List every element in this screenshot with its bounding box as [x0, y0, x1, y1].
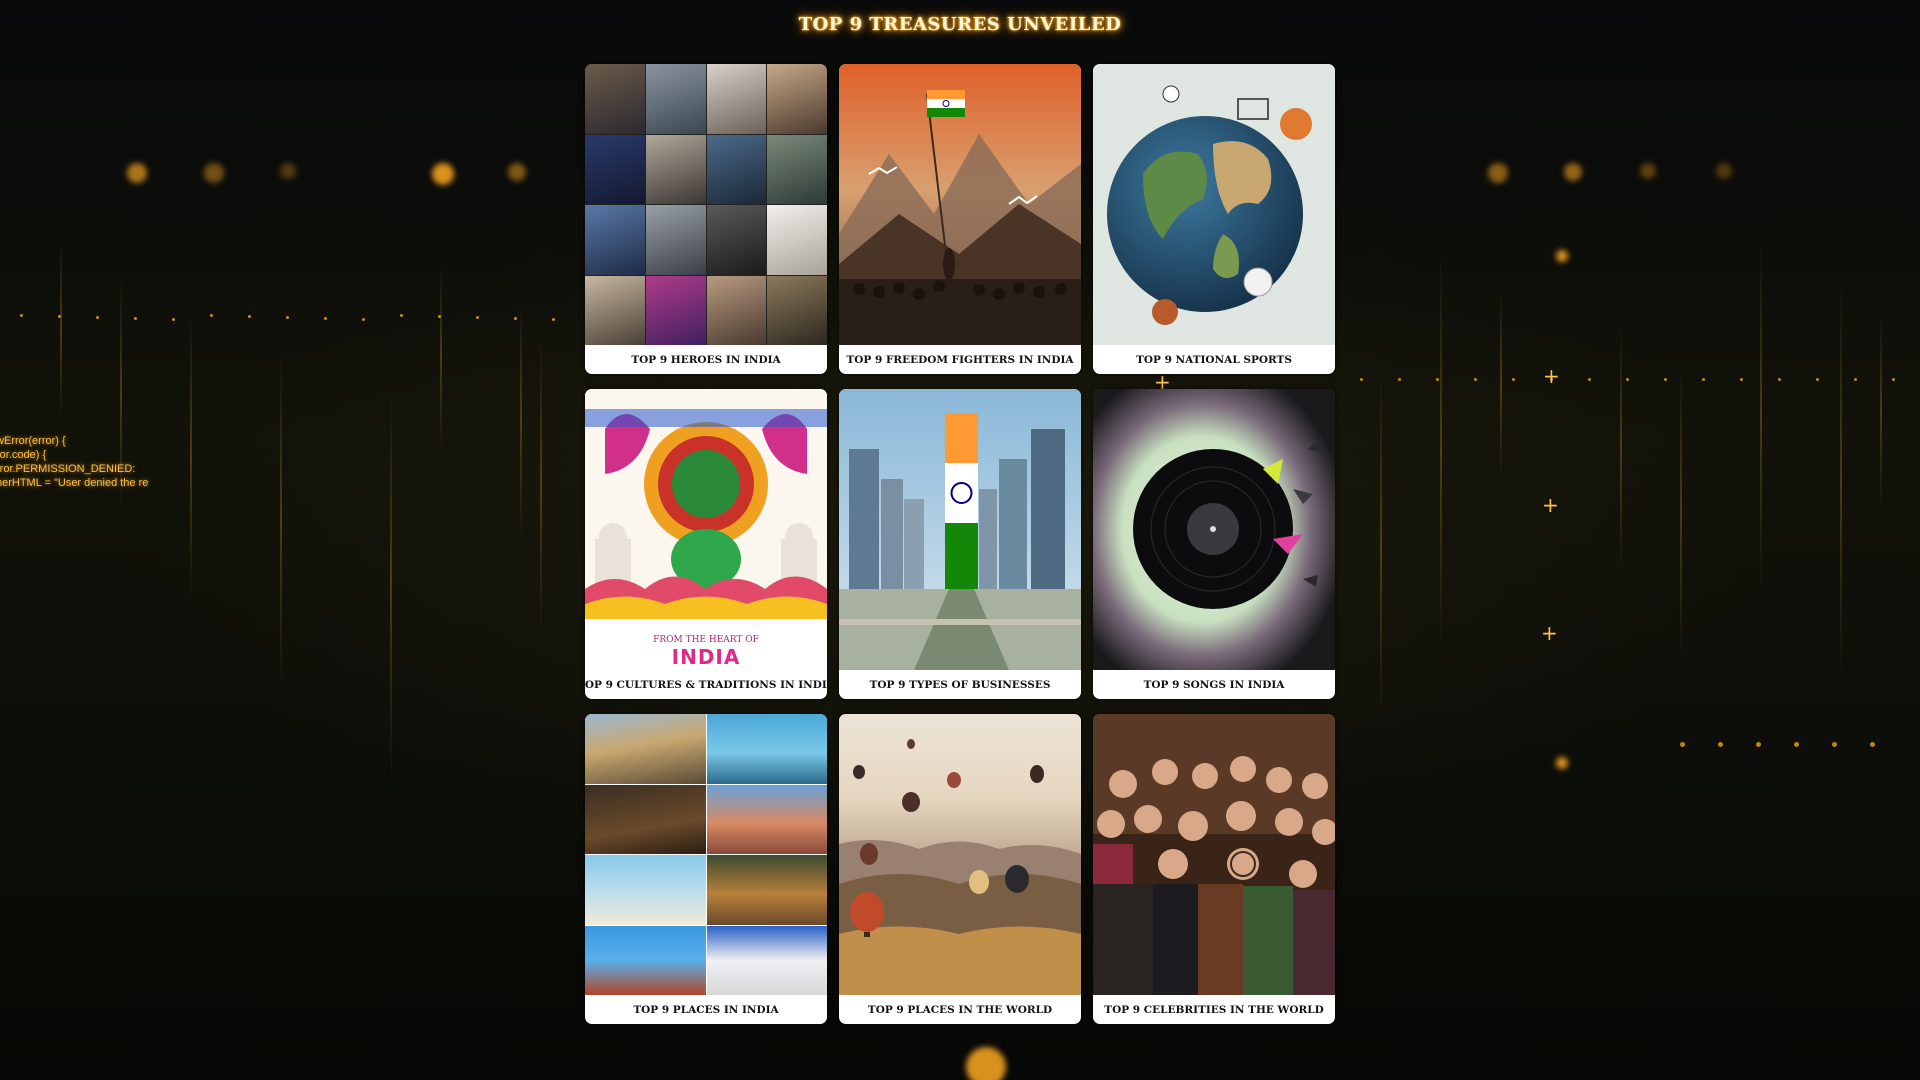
light-streak [440, 265, 442, 450]
bokeh-dot [508, 163, 526, 181]
sparkle-dot [1778, 378, 1781, 381]
sparkle-dot [1832, 742, 1837, 747]
sparkle-plus-icon: + [1543, 364, 1560, 388]
card-image-group-photo [1093, 714, 1335, 995]
bokeh-dot [1556, 250, 1568, 262]
sparkle-dot [1854, 378, 1857, 381]
culture-poster-title: INDIA [671, 645, 741, 669]
code-line: nerHTML = "User denied the re [0, 477, 149, 489]
light-streak [1620, 327, 1622, 570]
card-label: Top 9 National Sports [1136, 353, 1292, 366]
card-label: Top 9 Types of Businesses [869, 678, 1051, 691]
light-streak [1440, 253, 1442, 650]
sparkle-plus-icon: + [1542, 493, 1559, 517]
card-image-culture-poster: FROM THE HEART OF INDIA [585, 389, 827, 670]
sparkle-dot [1718, 742, 1723, 747]
bokeh-dot [1564, 163, 1582, 181]
bokeh-dot [127, 163, 147, 183]
card-label: Top 9 Places in India [633, 1003, 779, 1016]
bokeh-dot [1640, 163, 1656, 179]
code-line: ror.code) { [0, 449, 47, 461]
sparkle-plus-icon: + [1541, 621, 1558, 645]
sparkle-dot [1664, 378, 1667, 381]
card-image-places-collage [585, 714, 827, 995]
light-streak [390, 388, 392, 780]
sparkle-dot [286, 316, 289, 319]
bokeh-dot [280, 163, 296, 179]
light-streak [520, 302, 522, 540]
light-streak [1760, 241, 1762, 590]
card-label: Top 9 Cultures & Traditions in India [585, 678, 827, 691]
sparkle-dot [362, 318, 365, 321]
sparkle-dot [1360, 378, 1363, 381]
card-places-in-the-world[interactable]: Top 9 Places in the World [839, 714, 1081, 1024]
bokeh-dot [1716, 163, 1732, 179]
card-cultures-traditions-in-india[interactable]: FROM THE HEART OF INDIA Top 9 Cultures &… [585, 389, 827, 699]
card-heroes-in-india[interactable]: Top 9 Heroes in India [585, 64, 827, 374]
sparkle-dot [1588, 378, 1591, 381]
card-image-globe-sports [1093, 64, 1335, 345]
sparkle-dot [1398, 378, 1401, 381]
sparkle-dot [1436, 378, 1439, 381]
card-image-city-skyline-flag [839, 389, 1081, 670]
sparkle-dot [210, 314, 213, 317]
light-streak [1680, 364, 1682, 660]
card-celebrities-in-the-world[interactable]: Top 9 Celebrities in the World [1093, 714, 1335, 1024]
sparkle-dot [1474, 378, 1477, 381]
card-image-vinyl-record [1093, 389, 1335, 670]
page-title: Top 9 Treasures Unveiled [798, 14, 1122, 35]
sparkle-dot [1892, 378, 1895, 381]
bokeh-dot [1556, 757, 1568, 769]
card-image-hot-air-balloons [839, 714, 1081, 995]
card-national-sports[interactable]: Top 9 National Sports [1093, 64, 1335, 374]
light-streak [1380, 376, 1382, 720]
card-image-flag-mountain-painting [839, 64, 1081, 345]
sparkle-dot [1702, 378, 1705, 381]
card-label: Top 9 Places in the World [867, 1003, 1053, 1016]
card-types-of-businesses[interactable]: Top 9 Types of Businesses [839, 389, 1081, 699]
sparkle-dot [1870, 742, 1875, 747]
light-streak [280, 351, 282, 690]
light-streak [540, 339, 542, 630]
sparkle-dot [552, 318, 555, 321]
sparkle-dot [172, 318, 175, 321]
sparkle-dot [134, 317, 137, 320]
sparkle-dot [1626, 378, 1629, 381]
bokeh-dot [432, 163, 454, 185]
bokeh-dot [1488, 163, 1508, 183]
sparkle-dot [324, 317, 327, 320]
light-streak [1500, 290, 1502, 480]
card-label: Top 9 Freedom Fighters in India [846, 353, 1074, 366]
light-streak [190, 314, 192, 600]
sparkle-dot [1816, 378, 1819, 381]
card-image-heroes-collage [585, 64, 827, 345]
bokeh-dot [204, 163, 224, 183]
sparkle-dot [514, 317, 517, 320]
background-code-text: wError(error) { ror.code) { rror.PERMISS… [0, 434, 148, 490]
light-streak [60, 240, 62, 420]
card-label: Top 9 Celebrities in the World [1104, 1003, 1324, 1016]
card-label: Top 9 Heroes in India [631, 353, 781, 366]
sparkle-dot [1794, 742, 1799, 747]
light-streak [1840, 278, 1842, 680]
sparkle-dot [1512, 378, 1515, 381]
card-places-in-india[interactable]: Top 9 Places in India [585, 714, 827, 1024]
sparkle-dot [476, 316, 479, 319]
sparkle-dot [1756, 742, 1761, 747]
card-freedom-fighters-in-india[interactable]: Top 9 Freedom Fighters in India [839, 64, 1081, 374]
sparkle-dot [96, 316, 99, 319]
sparkle-dot [1740, 378, 1743, 381]
bokeh-dot [966, 1047, 1006, 1080]
sparkle-dot [400, 314, 403, 317]
card-grid: Top 9 Heroes in India [585, 64, 1335, 1024]
light-streak [1880, 315, 1882, 510]
culture-poster-subtitle: FROM THE HEART OF [653, 635, 759, 645]
code-line: rror.PERMISSION_DENIED: [0, 463, 136, 475]
code-line: wError(error) { [0, 435, 66, 447]
sparkle-dot [20, 314, 23, 317]
card-label: Top 9 Songs in India [1143, 678, 1285, 691]
card-songs-in-india[interactable]: Top 9 Songs in India [1093, 389, 1335, 699]
sparkle-dot [248, 315, 251, 318]
sparkle-dot [1680, 742, 1685, 747]
